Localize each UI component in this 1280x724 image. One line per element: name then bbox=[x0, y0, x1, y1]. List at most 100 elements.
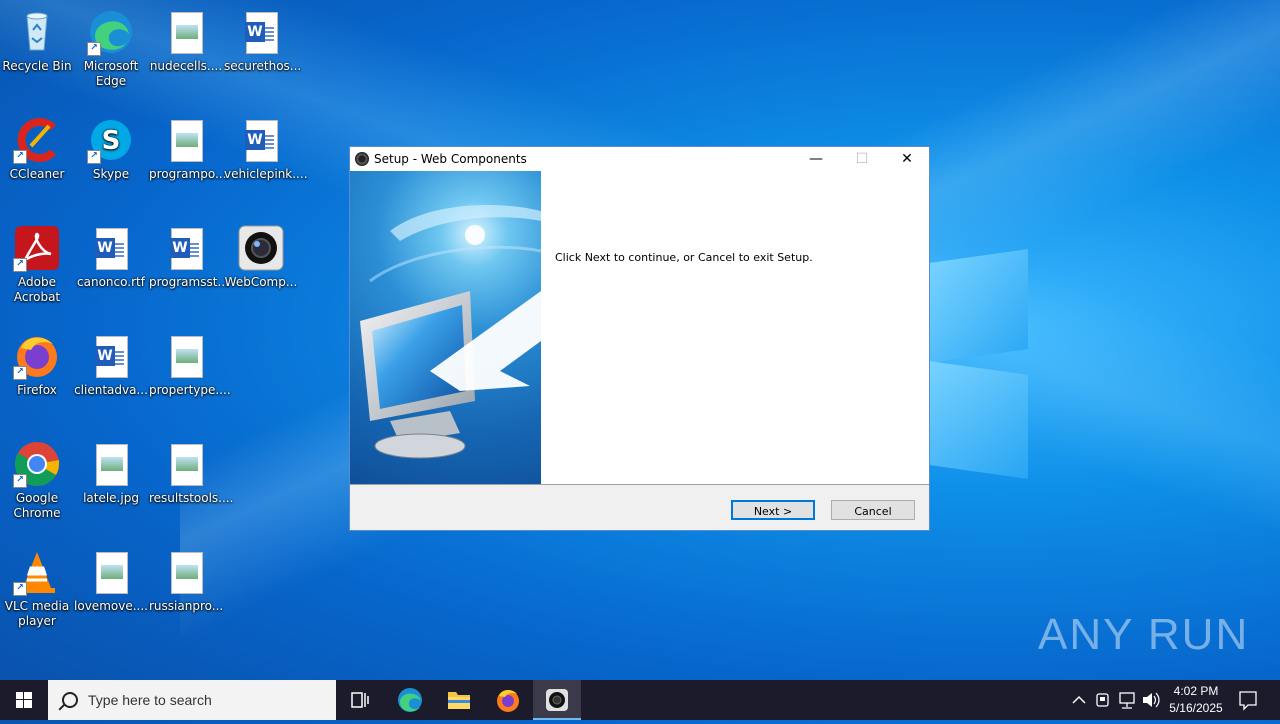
desktop-icon-label: nudecells.... bbox=[149, 59, 223, 73]
volume-icon bbox=[1143, 692, 1160, 708]
task-view-icon bbox=[351, 692, 369, 708]
button-bar-divider bbox=[350, 484, 929, 485]
desktop-icon-programpo[interactable]: programpo... bbox=[149, 116, 226, 182]
maximize-button: ☐ bbox=[855, 151, 869, 167]
desktop-icon-label: Adobe Acrobat bbox=[13, 275, 61, 304]
webcomponents-icon bbox=[546, 689, 568, 711]
word-document-icon: W bbox=[87, 332, 135, 380]
image-file-icon bbox=[162, 548, 210, 596]
desktop-icon-label: securethos... bbox=[224, 59, 302, 73]
firefox-icon bbox=[497, 690, 519, 712]
desktop-icon-label: Skype bbox=[92, 167, 130, 181]
desktop-icon-label: Microsoft Edge bbox=[83, 59, 139, 88]
search-placeholder: Type here to search bbox=[88, 692, 212, 708]
desktop-icon-ccleaner[interactable]: ↗ CCleaner bbox=[0, 116, 74, 182]
word-document-icon: W bbox=[162, 224, 210, 272]
desktop-icon-label: VLC media player bbox=[4, 599, 70, 628]
tray-network-icon[interactable] bbox=[1116, 680, 1138, 720]
desktop-icon-label: Recycle Bin bbox=[2, 59, 72, 73]
folder-icon bbox=[448, 692, 470, 709]
desktop-icon-label: resultstools.... bbox=[149, 491, 234, 505]
wizard-side-image bbox=[350, 171, 541, 484]
wallpaper-logo-pane bbox=[930, 249, 1028, 363]
desktop-icon-vehiclepink[interactable]: W vehiclepink.... bbox=[224, 116, 308, 182]
taskbar-edge[interactable] bbox=[386, 680, 434, 720]
task-view-button[interactable] bbox=[336, 680, 384, 720]
setup-dialog: Setup - Web Components — ☐ ✕ Click Next … bbox=[349, 146, 930, 531]
desktop-icon-label: Firefox bbox=[17, 383, 57, 397]
wallpaper-logo-pane bbox=[930, 361, 1028, 479]
action-center-button[interactable] bbox=[1232, 680, 1264, 720]
image-file-icon bbox=[162, 116, 210, 164]
setup-app-icon bbox=[355, 152, 369, 166]
desktop-icon-propertype[interactable]: propertype.... bbox=[149, 332, 231, 398]
dialog-titlebar[interactable]: Setup - Web Components — ☐ ✕ bbox=[350, 147, 929, 171]
desktop-icon-vlc[interactable]: ↗ VLC media player bbox=[0, 548, 74, 629]
clock-date: 5/16/2025 bbox=[1169, 701, 1223, 715]
desktop-icon-microsoft-edge[interactable]: ↗ Microsoft Edge bbox=[74, 8, 148, 89]
edge-icon bbox=[398, 688, 422, 712]
search-icon bbox=[62, 692, 78, 708]
dialog-title: Setup - Web Components bbox=[374, 152, 527, 166]
desktop-icon-latele[interactable]: latele.jpg bbox=[74, 440, 148, 506]
taskbar-search-box[interactable]: Type here to search bbox=[48, 680, 336, 720]
desktop-icon-russianpro[interactable]: russianpro... bbox=[149, 548, 223, 614]
adobe-acrobat-icon: ↗ bbox=[13, 224, 61, 272]
device-icon bbox=[1096, 693, 1109, 707]
desktop-icon-label: vehiclepink.... bbox=[224, 167, 308, 181]
desktop-icon-label: WebComp... bbox=[224, 275, 298, 289]
desktop-icon-label: latele.jpg bbox=[83, 491, 139, 505]
image-file-icon bbox=[162, 8, 210, 56]
windows-logo-icon bbox=[16, 692, 32, 708]
taskbar-firefox[interactable] bbox=[484, 680, 532, 720]
word-document-icon: W bbox=[237, 116, 285, 164]
vlc-icon: ↗ bbox=[13, 548, 61, 596]
show-hidden-icons-button[interactable] bbox=[1068, 680, 1090, 720]
desktop-icon-securethos[interactable]: W securethos... bbox=[224, 8, 302, 74]
taskbar-clock[interactable]: 4:02 PM 5/16/2025 bbox=[1160, 683, 1232, 717]
ccleaner-icon: ↗ bbox=[13, 116, 61, 164]
desktop-icon-label: clientadva... bbox=[74, 383, 148, 397]
desktop-icon-skype[interactable]: S ↗ Skype bbox=[74, 116, 148, 182]
minimize-button[interactable]: — bbox=[793, 147, 839, 171]
wizard-message: Click Next to continue, or Cancel to exi… bbox=[555, 251, 813, 264]
desktop-icon-firefox[interactable]: ↗ Firefox bbox=[0, 332, 74, 398]
webcomponents-icon bbox=[237, 224, 285, 272]
desktop-icon-adobe-acrobat[interactable]: ↗ Adobe Acrobat bbox=[0, 224, 74, 305]
taskbar-setup-app[interactable] bbox=[533, 680, 581, 720]
image-file-icon bbox=[87, 548, 135, 596]
anyrun-watermark: ANY RUN bbox=[1038, 610, 1250, 659]
taskbar: Type here to search 4:02 PM 5/16/2025 bbox=[0, 680, 1280, 720]
close-button[interactable]: ✕ bbox=[884, 147, 930, 171]
clock-time: 4:02 PM bbox=[1173, 684, 1219, 698]
cancel-button[interactable]: Cancel bbox=[831, 500, 915, 520]
recycle-bin-icon bbox=[13, 8, 61, 56]
desktop-icon-label: propertype.... bbox=[149, 383, 231, 397]
desktop-icon-clientadva[interactable]: W clientadva... bbox=[74, 332, 148, 398]
desktop-icon-nudecells[interactable]: nudecells.... bbox=[149, 8, 223, 74]
desktop-icon-canonco[interactable]: W canonco.rtf bbox=[74, 224, 148, 290]
image-file-icon bbox=[87, 440, 135, 488]
desktop-icon-lovemove[interactable]: lovemove.... bbox=[74, 548, 148, 614]
taskbar-file-explorer[interactable] bbox=[435, 680, 483, 720]
desktop-icon-label: Google Chrome bbox=[13, 491, 61, 520]
tray-volume-icon[interactable] bbox=[1140, 680, 1162, 720]
desktop-icon-resultstools[interactable]: resultstools.... bbox=[149, 440, 234, 506]
desktop-icon-label: programsst... bbox=[149, 275, 229, 289]
desktop-icon-label: CCleaner bbox=[9, 167, 65, 181]
network-icon bbox=[1119, 692, 1135, 709]
tray-device-icon[interactable] bbox=[1092, 680, 1114, 720]
word-document-icon: W bbox=[87, 224, 135, 272]
next-button[interactable]: Next > bbox=[731, 500, 815, 520]
desktop-icon-programsst[interactable]: W programsst... bbox=[149, 224, 229, 290]
desktop-icon-google-chrome[interactable]: ↗ Google Chrome bbox=[0, 440, 74, 521]
chrome-icon: ↗ bbox=[13, 440, 61, 488]
desktop-icon-webcomp[interactable]: WebComp... bbox=[224, 224, 298, 290]
firefox-icon: ↗ bbox=[13, 332, 61, 380]
desktop-icon-label: canonco.rtf bbox=[77, 275, 145, 289]
start-button[interactable] bbox=[0, 680, 48, 720]
word-document-icon: W bbox=[237, 8, 285, 56]
skype-icon: S ↗ bbox=[87, 116, 135, 164]
chevron-up-icon bbox=[1072, 695, 1086, 704]
desktop-icon-recycle-bin[interactable]: Recycle Bin bbox=[0, 8, 74, 74]
